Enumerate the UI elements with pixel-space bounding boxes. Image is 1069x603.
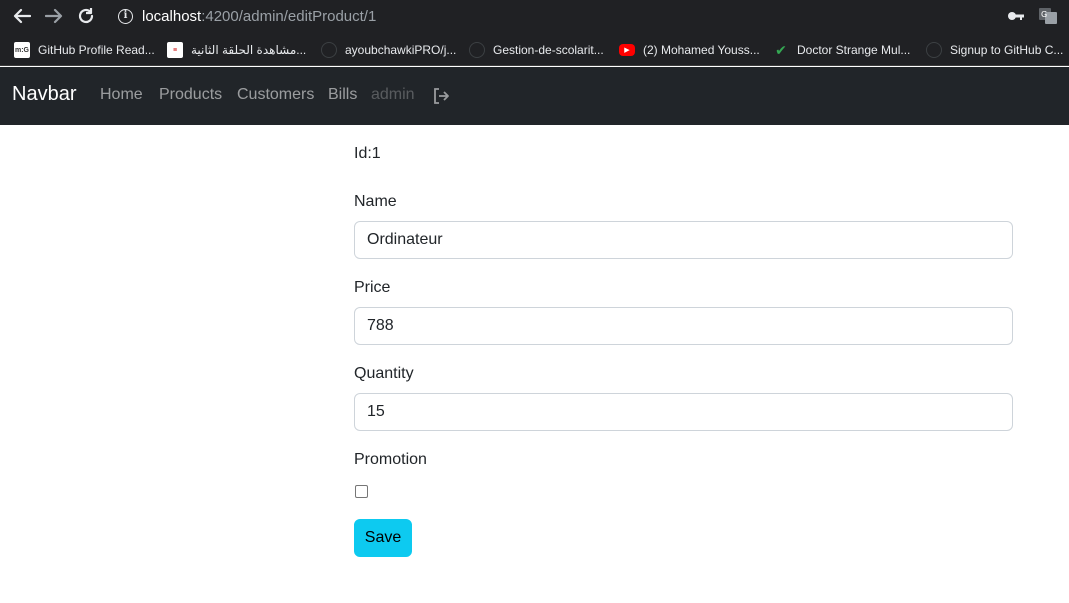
nav-link-customers[interactable]: Customers — [237, 86, 314, 104]
github-icon — [469, 42, 485, 58]
bookmark-label: Doctor Strange Mul... — [797, 43, 911, 57]
bookmark-label: Gestion-de-scolarit... — [493, 43, 604, 57]
nav-user-label: admin — [371, 86, 415, 103]
bookmark-label: Signup to GitHub C... — [950, 43, 1064, 57]
address-bar[interactable]: i localhost:4200/admin/editProduct/1 — [110, 2, 1065, 31]
github-icon — [926, 42, 942, 58]
app-navbar: Navbar Home Products Customers Bills adm… — [0, 67, 1069, 125]
bookmark-label: مشاهدة الحلقة الثانية... — [191, 43, 307, 57]
github-icon — [321, 42, 337, 58]
info-icon[interactable]: i — [118, 9, 133, 24]
price-input[interactable] — [354, 307, 1013, 345]
price-label: Price — [354, 279, 391, 296]
bookmarks-bar: m:G GitHub Profile Read... ≡ مشاهدة الحل… — [0, 33, 1069, 66]
nav-link-home[interactable]: Home — [100, 86, 143, 104]
key-icon[interactable] — [1006, 7, 1026, 25]
promotion-checkbox[interactable] — [355, 485, 368, 498]
svg-text:G: G — [1041, 10, 1047, 19]
bookmark-label: GitHub Profile Read... — [38, 43, 155, 57]
check-icon: ✔ — [775, 41, 787, 58]
promotion-label: Promotion — [354, 451, 427, 468]
url-text: localhost:4200/admin/editProduct/1 — [142, 8, 377, 25]
forward-button[interactable] — [42, 5, 66, 27]
name-label: Name — [354, 193, 397, 210]
back-button[interactable] — [10, 5, 34, 27]
nav-link-products[interactable]: Products — [159, 86, 222, 104]
nav-link-bills[interactable]: Bills — [328, 86, 357, 104]
navbar-brand[interactable]: Navbar — [12, 83, 76, 106]
name-input[interactable] — [354, 221, 1013, 259]
quantity-label: Quantity — [354, 365, 414, 382]
save-button[interactable]: Save — [354, 519, 412, 557]
reload-button[interactable] — [74, 5, 98, 27]
bookmark-label: (2) Mohamed Youss... — [643, 43, 760, 57]
mg-favicon-icon: m:G — [14, 42, 30, 58]
bookmark-item[interactable]: ✔ Doctor Strange Mul... — [773, 40, 910, 60]
youtube-icon: ▶ — [619, 44, 635, 56]
quantity-input[interactable] — [354, 393, 1013, 431]
bookmark-item[interactable]: ≡ مشاهدة الحلقة الثانية... — [167, 40, 306, 60]
bookmark-item[interactable]: ayoubchawkiPRO/j... — [321, 40, 456, 60]
browser-toolbar: i localhost:4200/admin/editProduct/1 G — [0, 0, 1069, 33]
bookmark-item[interactable]: Signup to GitHub C... — [926, 40, 1063, 60]
bookmark-label: ayoubchawkiPRO/j... — [345, 43, 457, 57]
arrow-left-icon — [13, 8, 31, 24]
translate-icon[interactable]: G — [1038, 7, 1058, 25]
bookmark-item[interactable]: Gestion-de-scolarit... — [469, 40, 604, 60]
reload-icon — [78, 8, 94, 24]
bookmark-item[interactable]: m:G GitHub Profile Read... — [14, 40, 155, 60]
site-favicon-icon: ≡ — [167, 42, 183, 58]
product-id: Id:1 — [354, 145, 381, 162]
logout-icon[interactable] — [432, 87, 450, 105]
arrow-right-icon — [45, 8, 63, 24]
bookmark-item[interactable]: ▶ (2) Mohamed Youss... — [619, 40, 760, 60]
